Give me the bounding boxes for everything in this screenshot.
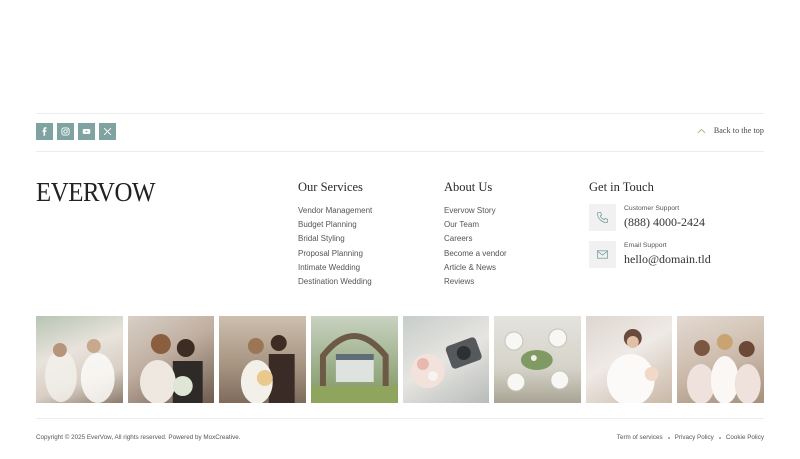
services-link[interactable]: Proposal Planning: [298, 247, 372, 261]
facebook-icon: [42, 127, 47, 136]
services-link[interactable]: Vendor Management: [298, 204, 372, 218]
services-link[interactable]: Bridal Styling: [298, 232, 372, 246]
social-divider: [36, 151, 764, 152]
brand-logo[interactable]: EVERVOW: [36, 179, 155, 206]
terms-link[interactable]: Term of services: [617, 434, 663, 441]
cookie-link[interactable]: Cookie Policy: [726, 434, 764, 441]
about-link[interactable]: Evervow Story: [444, 204, 507, 218]
about-link[interactable]: Reviews: [444, 275, 507, 289]
separator-dot: [667, 436, 670, 439]
x-twitter-button[interactable]: [99, 123, 116, 140]
chevron-up-icon: [697, 128, 706, 133]
contact-title: Get in Touch: [589, 180, 654, 194]
email-contact[interactable]: Email Support hello@domain.tld: [589, 241, 711, 268]
about-column: About Us Evervow Story Our Team Careers …: [444, 180, 507, 289]
services-link[interactable]: Intimate Wedding: [298, 261, 372, 275]
top-divider: [36, 113, 764, 114]
facebook-button[interactable]: [36, 123, 53, 140]
bottom-divider: [36, 418, 764, 419]
gallery-photo[interactable]: [127, 316, 215, 403]
phone-contact[interactable]: Customer Support (888) 4000-2424: [589, 204, 711, 231]
privacy-link[interactable]: Privacy Policy: [675, 434, 714, 441]
email-icon-box: [589, 241, 616, 268]
mail-icon: [596, 250, 609, 259]
phone-icon-box: [589, 204, 616, 231]
about-title: About Us: [444, 180, 493, 194]
social-links: [36, 123, 116, 140]
gallery-photo[interactable]: [310, 316, 398, 403]
copyright-text: Copyright © 2025 EverVow, All rights res…: [36, 434, 241, 441]
instagram-gallery: [36, 316, 764, 403]
separator-dot: [718, 436, 721, 439]
phone-number[interactable]: (888) 4000-2424: [624, 215, 705, 230]
youtube-icon: [82, 128, 91, 135]
gallery-photo[interactable]: [494, 316, 581, 403]
about-link[interactable]: Become a vendor: [444, 247, 507, 261]
gallery-photo[interactable]: [36, 316, 123, 403]
legal-links: Term of services Privacy Policy Cookie P…: [617, 434, 764, 441]
about-link[interactable]: Our Team: [444, 218, 507, 232]
services-link[interactable]: Destination Wedding: [298, 275, 372, 289]
phone-icon: [596, 211, 609, 224]
back-to-top-label: Back to the top: [713, 126, 764, 135]
instagram-icon: [61, 127, 70, 136]
about-link[interactable]: Article & News: [444, 261, 507, 275]
phone-label: Customer Support: [624, 205, 680, 212]
services-link[interactable]: Budget Planning: [298, 218, 372, 232]
services-column: Our Services Vendor Management Budget Pl…: [298, 180, 372, 289]
about-link[interactable]: Careers: [444, 232, 507, 246]
gallery-photo[interactable]: [402, 316, 490, 403]
gallery-photo[interactable]: [677, 316, 764, 403]
email-address[interactable]: hello@domain.tld: [624, 252, 711, 267]
gallery-photo[interactable]: [219, 316, 306, 403]
gallery-photo[interactable]: [585, 316, 673, 403]
services-title: Our Services: [298, 180, 363, 194]
x-twitter-icon: [103, 127, 112, 136]
email-label: Email Support: [624, 242, 667, 249]
instagram-button[interactable]: [57, 123, 74, 140]
youtube-button[interactable]: [78, 123, 95, 140]
contact-column: Get in Touch Customer Support (888) 4000…: [589, 180, 711, 278]
back-to-top-link[interactable]: Back to the top: [697, 126, 764, 135]
